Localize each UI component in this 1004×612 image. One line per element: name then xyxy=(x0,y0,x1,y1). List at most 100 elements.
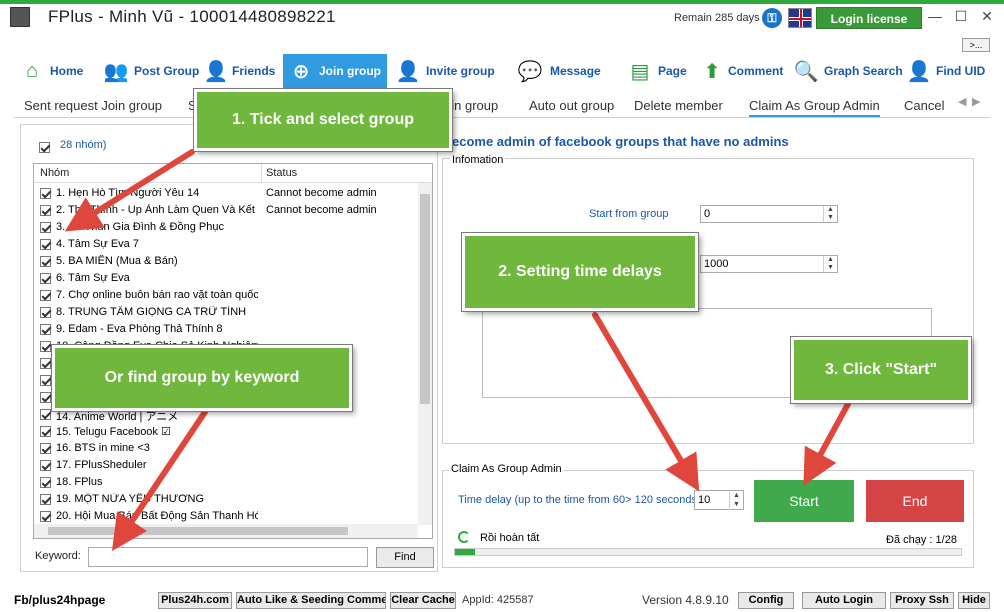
nav-home[interactable]: ⌂ Home xyxy=(18,54,83,88)
nav-invite-group[interactable]: 👤 Invite group xyxy=(394,54,495,88)
nav-post-group[interactable]: 👥 Post Group xyxy=(102,54,200,88)
hide-button[interactable]: Hide xyxy=(958,592,990,609)
row-checkbox[interactable] xyxy=(40,273,51,284)
nav-join-group[interactable]: ⊕ Join group xyxy=(283,54,387,88)
row-group-name: 9. Edam - Eva Phòng Thả Thính 8 xyxy=(56,323,223,335)
nav-friends[interactable]: 👤 Friends xyxy=(204,54,276,88)
row-checkbox[interactable] xyxy=(40,324,51,335)
row-group-name: 4. Tâm Sự Eva 7 xyxy=(56,238,139,250)
time-delay-stepper[interactable]: 10 ▲ ▼ xyxy=(694,490,744,510)
find-button[interactable]: Find xyxy=(376,547,434,568)
nav-find-uid[interactable]: 👤 Find UID xyxy=(906,54,986,88)
table-row[interactable]: 17. FPlusSheduler xyxy=(34,457,418,474)
uk-flag-icon[interactable] xyxy=(788,8,812,28)
stepper-down-icon[interactable]: ▼ xyxy=(823,264,837,272)
config-button[interactable]: Config xyxy=(738,592,794,609)
progress-fill xyxy=(455,549,476,555)
row-checkbox[interactable] xyxy=(40,256,51,267)
end-button[interactable]: End xyxy=(866,480,964,522)
status-text: Rồi hoàn tất xyxy=(480,532,540,544)
nav-message[interactable]: 💬 Message xyxy=(514,54,601,88)
stepper-up-icon[interactable]: ▲ xyxy=(823,206,837,214)
tab-scroll-right-icon[interactable]: ▶ xyxy=(972,95,980,108)
callout-tick-select: 1. Tick and select group xyxy=(193,88,453,152)
table-row[interactable]: 5. BA MIỀN (Mua & Bán) xyxy=(34,253,418,270)
row-checkbox[interactable] xyxy=(40,511,51,522)
row-checkbox[interactable] xyxy=(40,392,51,403)
row-checkbox[interactable] xyxy=(40,188,51,199)
stepper-up-icon[interactable]: ▲ xyxy=(729,492,743,501)
stepper-up-icon[interactable]: ▲ xyxy=(823,256,837,264)
table-row[interactable]: 6. Tâm Sự Eva xyxy=(34,270,418,287)
row-checkbox[interactable] xyxy=(40,239,51,250)
row-checkbox[interactable] xyxy=(40,290,51,301)
nav-page[interactable]: ▤ Page xyxy=(626,54,687,88)
table-row[interactable]: 2. Thả Thính - Up Ảnh Làm Quen Và Kết Bạ… xyxy=(34,202,418,219)
table-row[interactable]: 3. Áo Thun Gia Đình & Đồng Phục xyxy=(34,219,418,236)
table-row[interactable]: 18. FPlus xyxy=(34,474,418,491)
stepper-down-icon[interactable]: ▼ xyxy=(729,501,743,510)
row-checkbox[interactable] xyxy=(40,426,51,437)
keyword-input[interactable] xyxy=(88,547,368,567)
row-checkbox[interactable] xyxy=(40,443,51,454)
select-all-checkbox[interactable] xyxy=(39,142,50,154)
row-checkbox[interactable] xyxy=(40,477,51,488)
tab-cancel[interactable]: Cancel xyxy=(904,98,944,113)
auto-like-button[interactable]: Auto Like & Seeding Comment xyxy=(236,592,386,609)
login-license-button[interactable]: Login license xyxy=(816,7,922,29)
delay-stepper[interactable]: 1000 ▲ ▼ xyxy=(700,255,838,273)
proxy-ssh-button[interactable]: Proxy Ssh xyxy=(890,592,954,609)
tab-sent-request[interactable]: Sent request Join group xyxy=(24,98,162,113)
progress-count: Đã chạy : 1/28 xyxy=(886,534,957,546)
tab-delete-member[interactable]: Delete member xyxy=(634,98,723,113)
more-button[interactable]: >... xyxy=(962,38,990,52)
minimize-icon[interactable]: — xyxy=(924,6,946,26)
row-checkbox[interactable] xyxy=(40,205,51,216)
row-group-name: 7. Chợ online buôn bán rao vặt toàn quốc xyxy=(56,289,258,301)
table-row[interactable]: 4. Tâm Sự Eva 7 xyxy=(34,236,418,253)
search-icon: 🔍 xyxy=(793,60,819,83)
sub-tab-bar: Sent request Join group S oin group Auto… xyxy=(14,94,990,118)
nav-comment[interactable]: ⬆ Comment xyxy=(700,54,784,88)
plus24h-button[interactable]: Plus24h.com xyxy=(158,592,232,609)
row-checkbox[interactable] xyxy=(40,307,51,318)
auto-login-button[interactable]: Auto Login xyxy=(802,592,886,609)
row-checkbox[interactable] xyxy=(40,409,51,420)
table-row[interactable]: 20. Hội Mua Bán Bất Động Sản Thanh Hóa xyxy=(34,508,418,525)
table-header: Nhóm Status xyxy=(34,164,432,183)
nav-comment-label: Comment xyxy=(728,64,784,78)
close-icon[interactable]: ✕ xyxy=(976,6,998,26)
facebook-page-link[interactable]: Fb/plus24hpage xyxy=(14,593,105,607)
table-row[interactable]: 19. MỘT NỬA YÊU THƯƠNG xyxy=(34,491,418,508)
stepper-down-icon[interactable]: ▼ xyxy=(823,214,837,222)
row-checkbox[interactable] xyxy=(40,341,51,352)
row-checkbox[interactable] xyxy=(40,494,51,505)
clear-cache-button[interactable]: Clear Cache xyxy=(390,592,456,609)
table-row[interactable]: 16. BTS in mine <3 xyxy=(34,440,418,457)
table-row[interactable]: 15. Telugu Facebook ☑ xyxy=(34,423,418,440)
vertical-scroll-thumb[interactable] xyxy=(420,194,430,404)
tab-claim-admin[interactable]: Claim As Group Admin xyxy=(749,98,880,117)
nav-graph-search[interactable]: 🔍 Graph Search xyxy=(792,54,903,88)
table-row[interactable]: 9. Edam - Eva Phòng Thả Thính 8 xyxy=(34,321,418,338)
tab-scroll-left-icon[interactable]: ◀ xyxy=(958,95,966,108)
key-icon[interactable]: ⚿ xyxy=(762,8,782,28)
tab-auto-out[interactable]: Auto out group xyxy=(529,98,614,113)
table-row[interactable]: 1. Hẹn Hò Tìm Người Yêu 14 Cannot become … xyxy=(34,185,418,202)
start-from-group-stepper[interactable]: 0 ▲ ▼ xyxy=(700,205,838,223)
maximize-icon[interactable]: ☐ xyxy=(950,6,972,26)
row-checkbox[interactable] xyxy=(40,460,51,471)
start-button[interactable]: Start xyxy=(754,480,854,522)
horizontal-scroll-thumb[interactable] xyxy=(48,527,348,535)
table-row[interactable]: 8. TRUNG TÂM GIỌNG CA TRỮ TÌNH xyxy=(34,304,418,321)
license-remaining: Remain 285 days xyxy=(674,12,760,24)
row-group-name: 19. MỘT NỬA YÊU THƯƠNG xyxy=(56,493,205,505)
col-group[interactable]: Nhóm xyxy=(40,167,69,179)
group-count: 28 nhóm) xyxy=(60,139,107,151)
row-checkbox[interactable] xyxy=(40,375,51,386)
tab-join-group[interactable]: oin group xyxy=(444,98,498,113)
row-checkbox[interactable] xyxy=(40,222,51,233)
table-row[interactable]: 7. Chợ online buôn bán rao vặt toàn quốc xyxy=(34,287,418,304)
row-checkbox[interactable] xyxy=(40,358,51,369)
col-status[interactable]: Status xyxy=(266,167,297,179)
